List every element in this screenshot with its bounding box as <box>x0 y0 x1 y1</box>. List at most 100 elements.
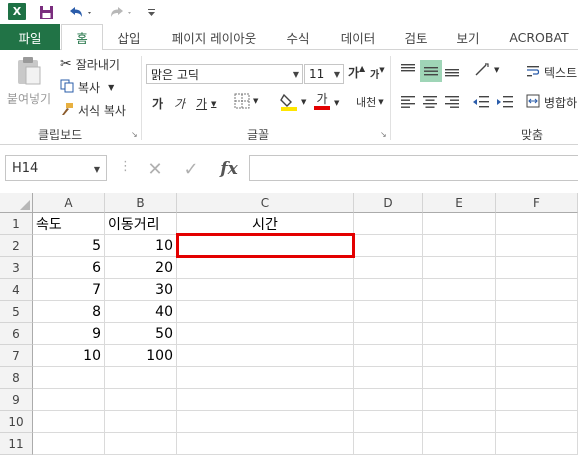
cell-b1[interactable]: 이동거리 <box>105 213 177 235</box>
decrease-indent-button[interactable] <box>472 95 490 109</box>
cell-c11[interactable] <box>177 433 354 455</box>
cell-e10[interactable] <box>423 411 496 433</box>
cell-d11[interactable] <box>354 433 423 455</box>
align-center-button[interactable] <box>422 95 438 109</box>
cell-e6[interactable] <box>423 323 496 345</box>
cell-f2[interactable] <box>496 235 578 257</box>
cell-a6[interactable]: 9 <box>33 323 105 345</box>
cell-d2[interactable] <box>354 235 423 257</box>
font-name-select[interactable]: 맑은 고딕 ▼ <box>146 64 303 84</box>
font-size-select[interactable]: 11 ▼ <box>304 64 344 84</box>
cell-a1[interactable]: 속도 <box>33 213 105 235</box>
cell-a9[interactable] <box>33 389 105 411</box>
wrap-text-button[interactable]: 텍스트 <box>526 64 577 81</box>
formula-input[interactable] <box>249 155 578 181</box>
cell-a10[interactable] <box>33 411 105 433</box>
row-header-1[interactable]: 1 <box>0 213 33 235</box>
cell-c10[interactable] <box>177 411 354 433</box>
cell-d10[interactable] <box>354 411 423 433</box>
cell-c8[interactable] <box>177 367 354 389</box>
insert-function-icon[interactable]: fx <box>216 157 242 181</box>
cell-e11[interactable] <box>423 433 496 455</box>
align-right-button[interactable] <box>444 95 460 109</box>
name-box[interactable]: H14 ▼ <box>5 155 107 181</box>
column-header-c[interactable]: C <box>177 193 354 213</box>
column-header-d[interactable]: D <box>354 193 423 213</box>
cell-b3[interactable]: 20 <box>105 257 177 279</box>
align-left-button[interactable] <box>400 95 416 109</box>
phonetic-button[interactable]: 내천 ▼ <box>356 94 384 110</box>
column-header-e[interactable]: E <box>423 193 496 213</box>
cell-c7[interactable] <box>177 345 354 367</box>
grow-font-button[interactable]: 가 ▲ <box>348 64 365 81</box>
cell-f5[interactable] <box>496 301 578 323</box>
cell-f9[interactable] <box>496 389 578 411</box>
cell-c5[interactable] <box>177 301 354 323</box>
clipboard-launcher-icon[interactable]: ↘ <box>131 130 138 139</box>
save-icon[interactable] <box>36 2 56 22</box>
cell-e1[interactable] <box>423 213 496 235</box>
cell-f4[interactable] <box>496 279 578 301</box>
row-header-9[interactable]: 9 <box>0 389 33 411</box>
highlighted-cell-border[interactable] <box>176 233 355 258</box>
paste-button[interactable]: 붙여넣기 <box>4 56 54 116</box>
cut-button[interactable]: ✂ 잘라내기 <box>60 55 120 73</box>
cell-f1[interactable] <box>496 213 578 235</box>
cell-d8[interactable] <box>354 367 423 389</box>
column-header-f[interactable]: F <box>496 193 578 213</box>
cell-b7[interactable]: 100 <box>105 345 177 367</box>
cell-d4[interactable] <box>354 279 423 301</box>
cell-c4[interactable] <box>177 279 354 301</box>
cell-b5[interactable]: 40 <box>105 301 177 323</box>
cell-c3[interactable] <box>177 257 354 279</box>
orientation-button[interactable]: ▼ <box>474 62 499 78</box>
underline-button[interactable]: 가 ▼ <box>196 95 216 112</box>
cell-c6[interactable] <box>177 323 354 345</box>
cell-c9[interactable] <box>177 389 354 411</box>
row-header-7[interactable]: 7 <box>0 345 33 367</box>
cell-d1[interactable] <box>354 213 423 235</box>
cell-e2[interactable] <box>423 235 496 257</box>
cell-b8[interactable] <box>105 367 177 389</box>
row-header-6[interactable]: 6 <box>0 323 33 345</box>
font-color-button[interactable]: 가 <box>314 92 330 110</box>
cell-f6[interactable] <box>496 323 578 345</box>
cell-b2[interactable]: 10 <box>105 235 177 257</box>
tab-data[interactable]: 데이터 <box>330 24 386 50</box>
align-top-button[interactable] <box>400 62 416 78</box>
italic-button[interactable]: 가 <box>174 95 185 112</box>
tab-formulas[interactable]: 수식 <box>276 24 320 50</box>
tab-acrobat[interactable]: ACROBAT <box>500 24 578 50</box>
cell-b4[interactable]: 30 <box>105 279 177 301</box>
cell-d5[interactable] <box>354 301 423 323</box>
undo-icon[interactable] <box>64 2 96 22</box>
row-header-8[interactable]: 8 <box>0 367 33 389</box>
row-header-2[interactable]: 2 <box>0 235 33 257</box>
cell-d7[interactable] <box>354 345 423 367</box>
cell-f7[interactable] <box>496 345 578 367</box>
confirm-entry-icon[interactable]: ✓ <box>178 157 204 181</box>
cell-a4[interactable]: 7 <box>33 279 105 301</box>
cell-b6[interactable]: 50 <box>105 323 177 345</box>
cancel-entry-icon[interactable]: ✕ <box>142 157 168 181</box>
cell-a7[interactable]: 10 <box>33 345 105 367</box>
cell-e5[interactable] <box>423 301 496 323</box>
tab-file[interactable]: 파일 <box>0 24 60 50</box>
cell-e8[interactable] <box>423 367 496 389</box>
cell-d3[interactable] <box>354 257 423 279</box>
bold-button[interactable]: 가 <box>152 95 163 112</box>
cell-a5[interactable]: 8 <box>33 301 105 323</box>
cell-f8[interactable] <box>496 367 578 389</box>
format-painter-button[interactable]: 서식 복사 <box>60 101 126 119</box>
increase-indent-button[interactable] <box>496 95 514 109</box>
customize-qat-icon[interactable] <box>144 2 158 22</box>
cell-c1[interactable]: 시간 <box>177 213 354 235</box>
chevron-down-icon[interactable]: ▼ <box>334 99 339 107</box>
formula-bar-splitter[interactable]: ⋮ <box>119 159 132 174</box>
align-bottom-button[interactable] <box>444 62 460 78</box>
cell-a11[interactable] <box>33 433 105 455</box>
cell-b9[interactable] <box>105 389 177 411</box>
align-middle-button[interactable] <box>420 60 442 82</box>
cell-d9[interactable] <box>354 389 423 411</box>
cell-d6[interactable] <box>354 323 423 345</box>
